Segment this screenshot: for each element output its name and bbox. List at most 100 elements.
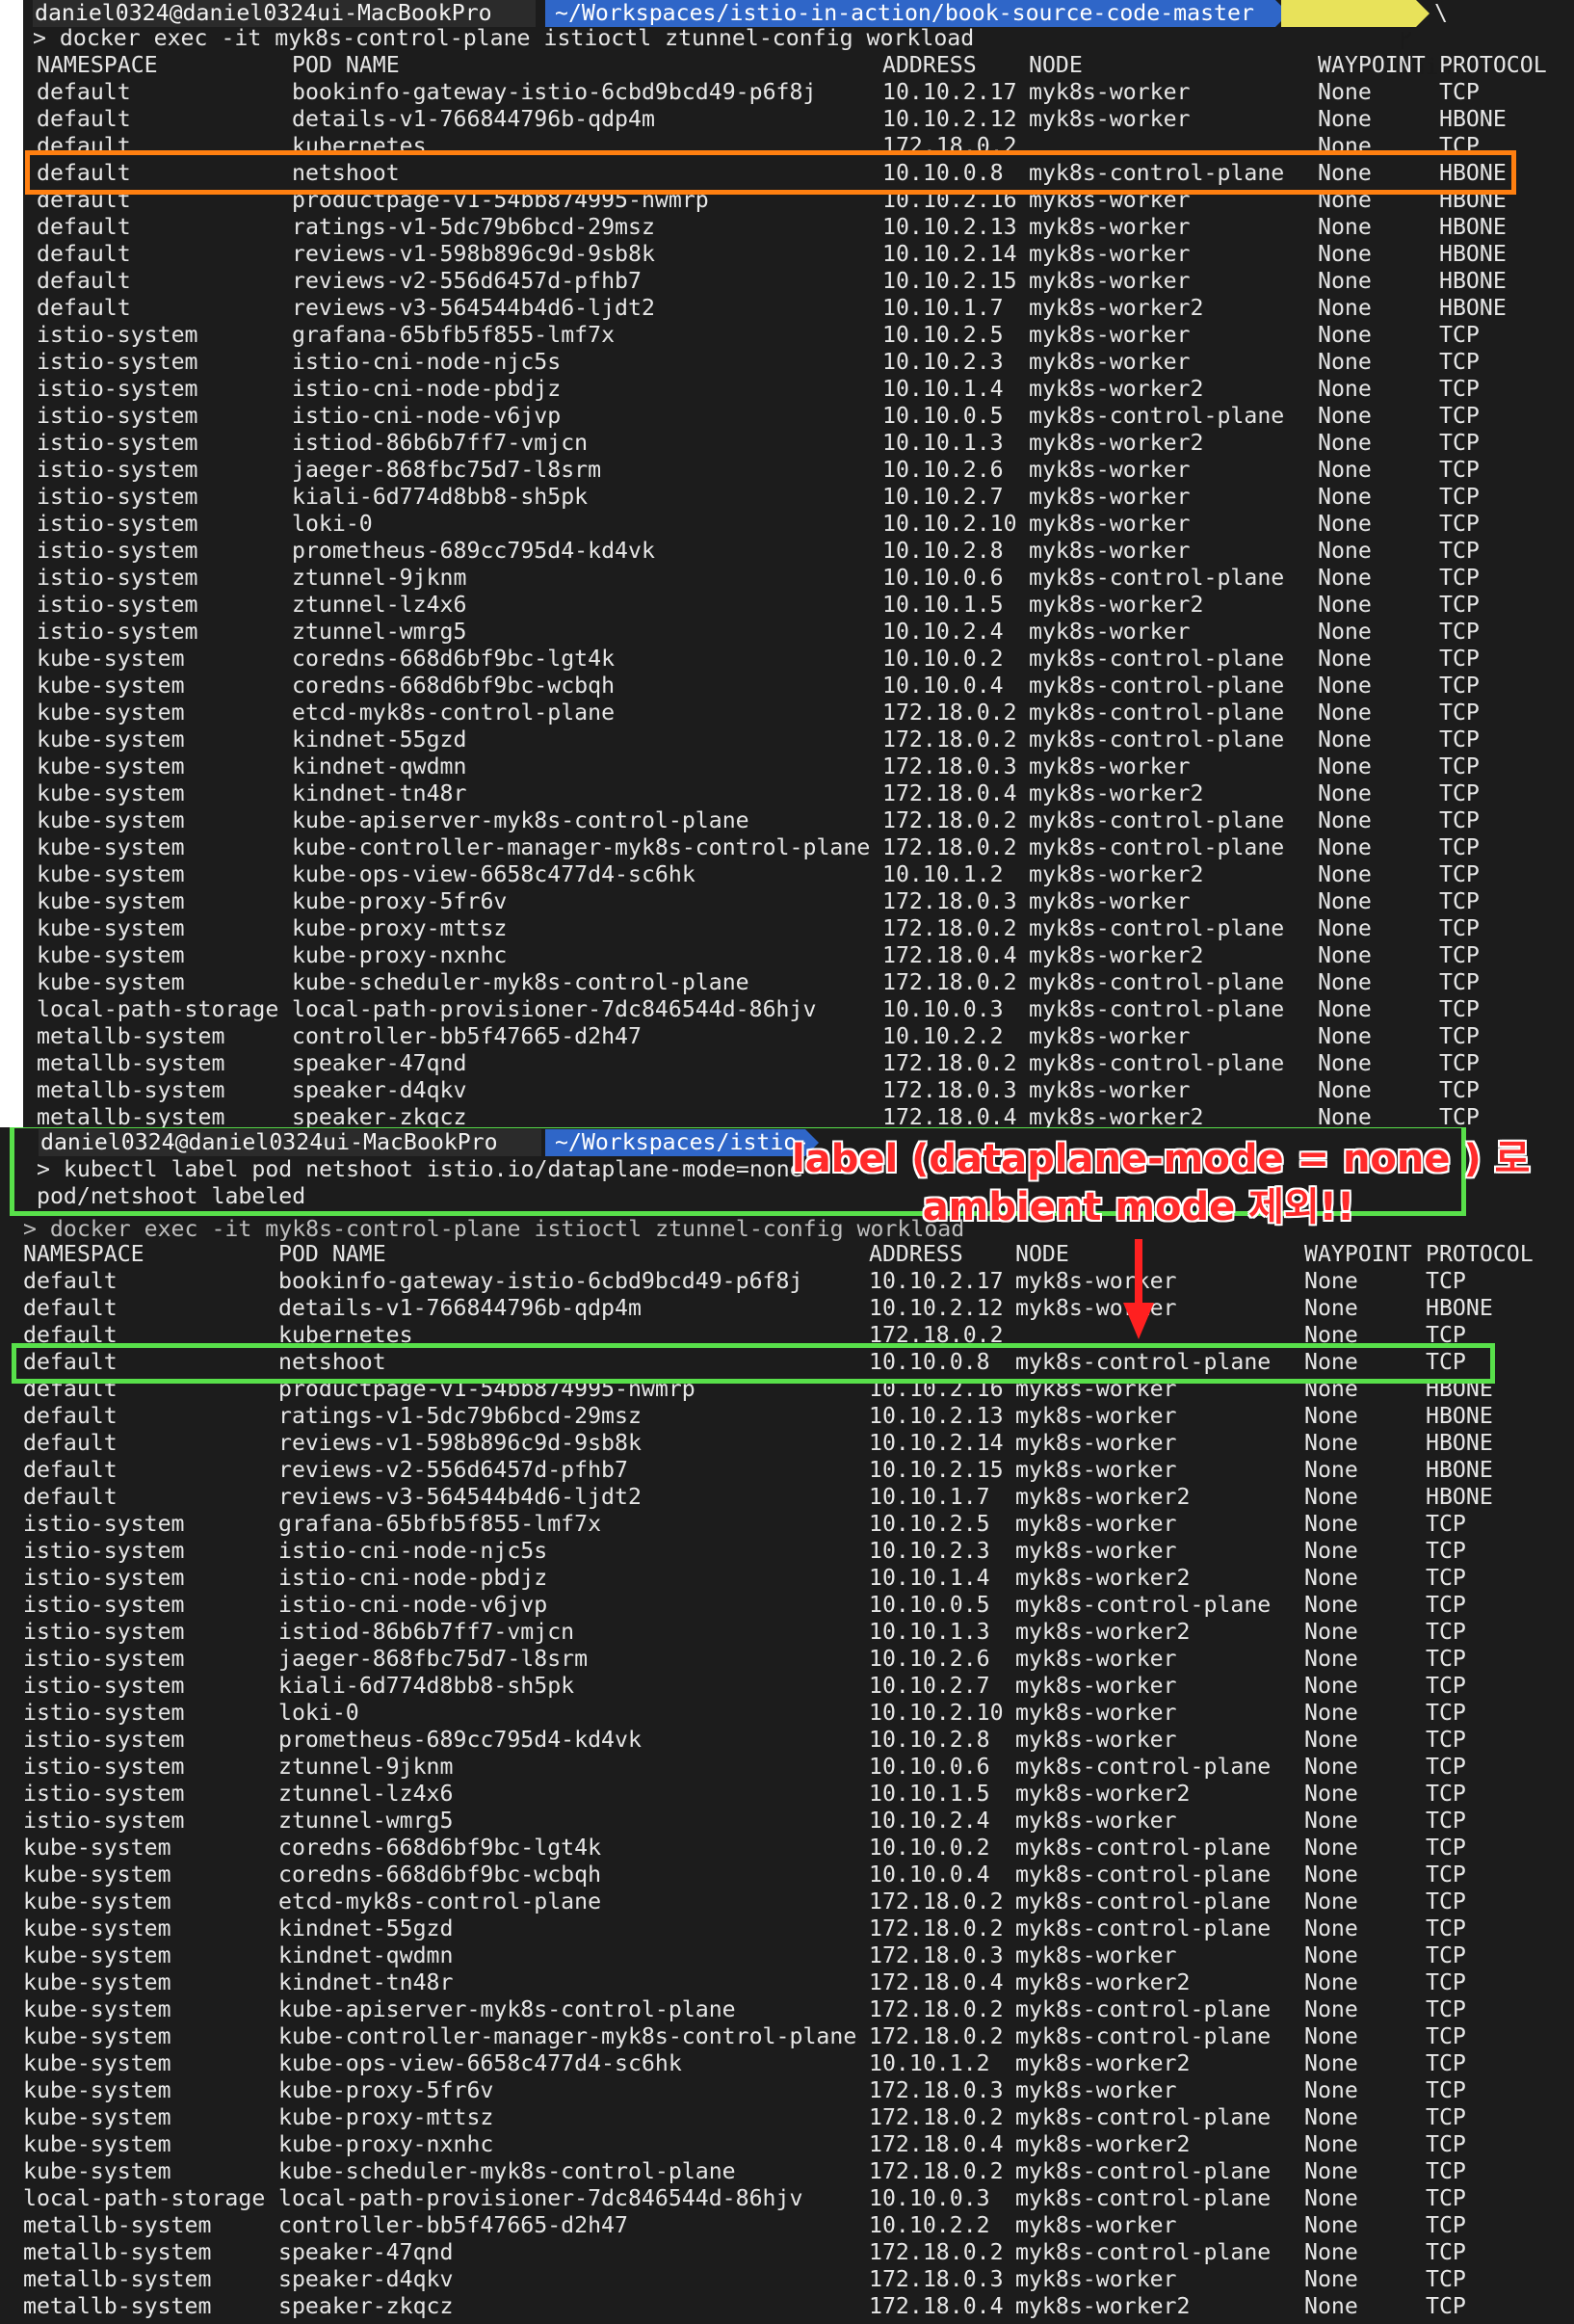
address-cell: 172.18.0.2 (882, 133, 1017, 159)
namespace-cell: kube-system (23, 1835, 171, 1861)
address-cell: 10.10.2.12 (882, 106, 1017, 132)
pod-name-cell: kindnet-55gzd (292, 726, 467, 753)
pod-name-cell: controller-bb5f47665-d2h47 (278, 2212, 628, 2238)
protocol-cell: TCP (1426, 2050, 1466, 2076)
address-cell: 10.10.0.2 (882, 646, 1004, 672)
address-cell: 10.10.2.14 (869, 1430, 1004, 1456)
pod-name-cell: kindnet-qwdmn (292, 753, 467, 779)
protocol-cell: TCP (1426, 1538, 1466, 1564)
terminal-window-before: daniel0324@daniel0324ui-MacBookPro ~/Wor… (23, 0, 1574, 1127)
namespace-cell: kube-system (37, 700, 185, 726)
namespace-cell: default (23, 1349, 118, 1375)
node-cell: myk8s-worker (1029, 619, 1191, 645)
namespace-cell: kube-system (37, 915, 185, 941)
protocol-cell: TCP (1439, 484, 1480, 510)
address-cell: 10.10.0.8 (869, 1349, 990, 1375)
waypoint-cell: None (1318, 592, 1372, 618)
pod-name-cell: kube-ops-view-6658c477d4-sc6hk (278, 2050, 682, 2076)
address-cell: 172.18.0.2 (882, 700, 1017, 726)
node-cell: myk8s-control-plane (1015, 1754, 1272, 1780)
node-cell: NODE (1015, 1241, 1069, 1267)
namespace-cell: kube-system (23, 1888, 171, 1915)
node-cell: myk8s-worker (1015, 1457, 1177, 1483)
node-cell: myk8s-worker (1029, 268, 1191, 294)
address-cell: 172.18.0.2 (869, 1322, 1004, 1348)
address-cell: 172.18.0.2 (869, 1996, 1004, 2022)
node-cell: myk8s-worker2 (1029, 780, 1204, 806)
namespace-cell: istio-system (23, 1538, 185, 1564)
waypoint-cell: None (1304, 1700, 1358, 1726)
protocol-cell: TCP (1439, 133, 1480, 159)
node-cell: myk8s-worker (1029, 214, 1191, 240)
waypoint-cell: None (1304, 1942, 1358, 1968)
namespace-cell: default (23, 1430, 118, 1456)
node-cell: myk8s-worker2 (1029, 942, 1204, 968)
address-cell: 10.10.2.5 (869, 1511, 990, 1537)
pod-name-cell: coredns-668d6bf9bc-lgt4k (292, 646, 616, 672)
namespace-cell: kube-system (23, 2131, 171, 2157)
namespace-cell: kube-system (37, 861, 185, 887)
pod-name-cell: kube-apiserver-myk8s-control-plane (278, 1996, 736, 2022)
address-cell: 172.18.0.2 (869, 1915, 1004, 1941)
protocol-cell: TCP (1426, 2293, 1466, 2319)
protocol-cell: HBONE (1426, 1376, 1493, 1402)
address-cell: 10.10.1.4 (882, 376, 1004, 402)
node-cell: myk8s-worker (1015, 2077, 1177, 2103)
address-cell: 172.18.0.2 (882, 1050, 1017, 1076)
protocol-cell: TCP (1426, 1727, 1466, 1753)
node-cell: myk8s-worker (1029, 888, 1191, 914)
address-cell: 10.10.0.6 (882, 565, 1004, 591)
waypoint-cell: None (1318, 996, 1372, 1022)
node-cell: myk8s-control-plane (1015, 2239, 1272, 2265)
pod-name-cell: kube-proxy-5fr6v (292, 888, 508, 914)
namespace-cell: default (37, 133, 131, 159)
protocol-cell: TCP (1426, 1619, 1466, 1645)
node-cell: myk8s-control-plane (1015, 1888, 1272, 1915)
protocol-cell: TCP (1426, 1835, 1466, 1861)
address-cell: 10.10.0.4 (869, 1862, 990, 1888)
protocol-cell: TCP (1426, 1700, 1466, 1726)
node-cell: myk8s-control-plane (1029, 565, 1285, 591)
waypoint-cell: None (1304, 1781, 1358, 1807)
waypoint-cell: None (1304, 1538, 1358, 1564)
namespace-cell: istio-system (23, 1700, 185, 1726)
waypoint-cell: None (1304, 2050, 1358, 2076)
command-line: > docker exec -it myk8s-control-plane is… (23, 1216, 965, 1242)
node-cell: myk8s-worker (1029, 484, 1191, 510)
pod-name-cell: details-v1-766844796b-qdp4m (292, 106, 655, 132)
namespace-cell: istio-system (23, 1754, 185, 1780)
pod-name-cell: local-path-provisioner-7dc846544d-86hjv (278, 2185, 803, 2211)
namespace-cell: default (23, 1376, 118, 1402)
pod-name-cell: istio-cni-node-pbdjz (292, 376, 562, 402)
protocol-cell: TCP (1439, 969, 1480, 995)
node-cell: myk8s-worker (1029, 349, 1191, 375)
protocol-cell: HBONE (1439, 187, 1507, 213)
waypoint-cell: None (1318, 619, 1372, 645)
waypoint-cell: None (1304, 1969, 1358, 1995)
address-cell: 10.10.2.8 (882, 538, 1004, 564)
pod-name-cell: bookinfo-gateway-istio-6cbd9bcd49-p6f8j (278, 1268, 803, 1294)
pod-name-cell: kindnet-qwdmn (278, 1942, 454, 1968)
protocol-cell: PROTOCOL (1426, 1241, 1534, 1267)
protocol-cell: TCP (1426, 2158, 1466, 2184)
namespace-cell: default (23, 1268, 118, 1294)
node-cell: myk8s-worker2 (1015, 2131, 1191, 2157)
protocol-cell: TCP (1426, 2212, 1466, 2238)
protocol-cell: TCP (1426, 1565, 1466, 1591)
address-cell: 172.18.0.2 (882, 834, 1017, 860)
pod-name-cell: ztunnel-wmrg5 (278, 1808, 454, 1834)
waypoint-cell: None (1304, 1565, 1358, 1591)
protocol-cell: TCP (1439, 942, 1480, 968)
protocol-cell: TCP (1426, 2104, 1466, 2130)
namespace-cell: istio-system (37, 592, 198, 618)
node-cell: myk8s-worker (1029, 1023, 1191, 1049)
address-cell: 10.10.2.7 (869, 1673, 990, 1699)
waypoint-cell: None (1318, 1050, 1372, 1076)
address-cell: 10.10.2.13 (869, 1403, 1004, 1429)
namespace-cell: kube-system (37, 646, 185, 672)
waypoint-cell: None (1304, 1268, 1358, 1294)
pod-name-cell: speaker-d4qkv (292, 1077, 467, 1103)
address-cell: 10.10.2.10 (882, 511, 1017, 537)
protocol-cell: HBONE (1426, 1295, 1493, 1321)
pod-name-cell: istio-cni-node-njc5s (292, 349, 562, 375)
